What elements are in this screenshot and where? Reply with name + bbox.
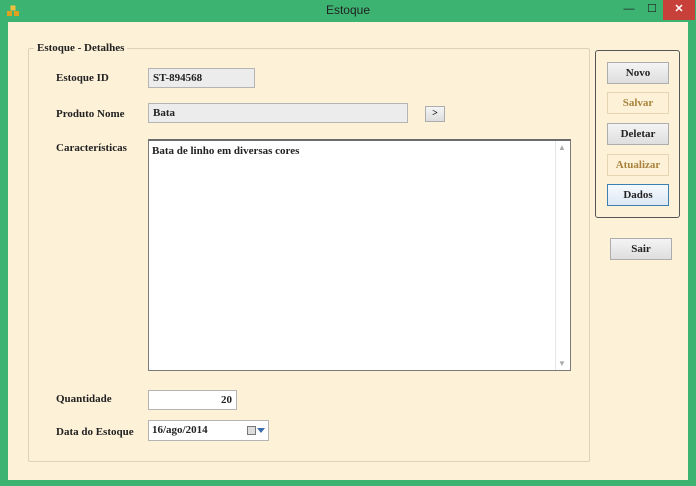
browse-produto-button[interactable]: > <box>425 106 445 122</box>
scroll-up-icon[interactable]: ▲ <box>558 143 566 152</box>
caracteristicas-label: Características <box>56 142 127 154</box>
data-estoque-label: Data do Estoque <box>56 426 134 438</box>
close-button[interactable]: ✕ <box>663 0 695 20</box>
minimize-button[interactable]: — <box>617 0 641 20</box>
caracteristicas-text: Bata de linho em diversas cores <box>152 145 300 157</box>
produto-nome-field[interactable]: Bata <box>148 103 408 123</box>
groupbox-title: Estoque - Detalhes <box>34 42 128 54</box>
caracteristicas-textarea[interactable]: Bata de linho em diversas cores ▲ ▼ <box>148 139 571 371</box>
dados-button[interactable]: Dados <box>607 184 669 206</box>
calendar-icon[interactable] <box>247 426 256 435</box>
produto-nome-label: Produto Nome <box>56 108 125 120</box>
window-title: Estoque <box>325 3 371 17</box>
data-estoque-picker[interactable]: 16/ago/2014 <box>148 420 269 441</box>
chevron-down-icon[interactable] <box>257 428 265 433</box>
novo-button[interactable]: Novo <box>607 62 669 84</box>
data-estoque-value: 16/ago/2014 <box>152 424 208 436</box>
scroll-down-icon[interactable]: ▼ <box>558 359 566 368</box>
window: Estoque — ☐ ✕ Estoque - Detalhes Estoque… <box>0 0 696 486</box>
sair-button[interactable]: Sair <box>610 238 672 260</box>
quantidade-field[interactable]: 20 <box>148 390 237 410</box>
client-area: Estoque - Detalhes Estoque ID ST-894568 … <box>8 22 688 480</box>
maximize-button[interactable]: ☐ <box>641 0 663 20</box>
estoque-id-label: Estoque ID <box>56 72 109 84</box>
quantidade-label: Quantidade <box>56 393 112 405</box>
deletar-button[interactable]: Deletar <box>607 123 669 145</box>
salvar-button[interactable]: Salvar <box>607 92 669 114</box>
titlebar: Estoque — ☐ ✕ <box>0 0 696 22</box>
estoque-id-field[interactable]: ST-894568 <box>148 68 255 88</box>
atualizar-button[interactable]: Atualizar <box>607 154 669 176</box>
vertical-scrollbar[interactable]: ▲ ▼ <box>555 141 570 370</box>
